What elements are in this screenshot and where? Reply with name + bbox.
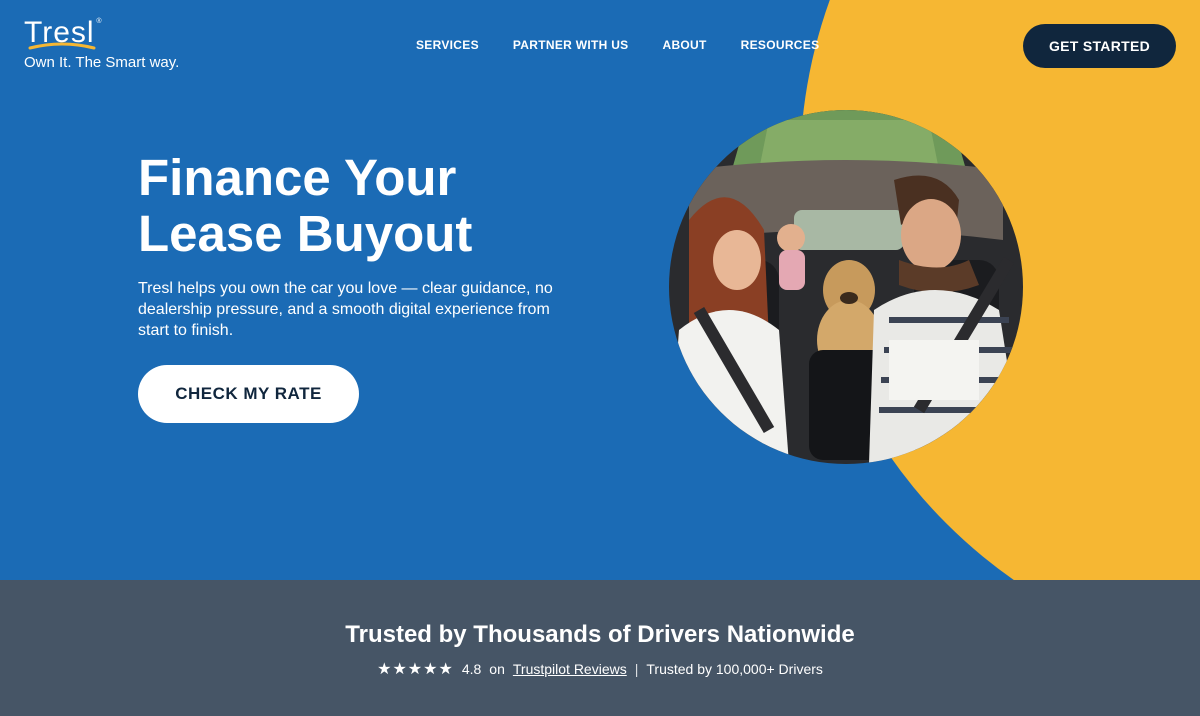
registered-mark: ® bbox=[96, 18, 103, 25]
check-my-rate-button[interactable]: CHECK MY RATE bbox=[138, 365, 359, 423]
rating-value: 4.8 bbox=[461, 661, 482, 677]
headline-line-1: Finance Your bbox=[138, 149, 457, 206]
brand-logo[interactable]: Tresl ® Own It. The Smart way. bbox=[24, 16, 179, 71]
nav-services[interactable]: SERVICES bbox=[416, 38, 479, 52]
rating-on-text: on bbox=[489, 661, 505, 677]
brand-tagline: Own It. The Smart way. bbox=[24, 54, 180, 71]
logo-wordmark: Tresl ® bbox=[24, 16, 102, 50]
trust-rating-line: ★★★★★ 4.8 on Trustpilot Reviews | Truste… bbox=[0, 659, 1200, 679]
nav-partner-with-us[interactable]: PARTNER WITH US bbox=[513, 38, 629, 52]
separator: | bbox=[634, 661, 639, 677]
headline-line-2: Lease Buyout bbox=[138, 205, 473, 262]
trust-section: Trusted by Thousands of Drivers Nationwi… bbox=[0, 580, 1200, 716]
star-rating-icon: ★★★★★ bbox=[377, 661, 454, 678]
nav-about[interactable]: ABOUT bbox=[662, 38, 706, 52]
hero-subtext: Tresl helps you own the car you love — c… bbox=[138, 280, 553, 339]
hero-section: Tresl ® Own It. The Smart way. SERVICES … bbox=[0, 0, 1200, 580]
car-interior-illustration bbox=[669, 110, 1023, 464]
nav-resources[interactable]: RESOURCES bbox=[741, 38, 820, 52]
get-started-button[interactable]: GET STARTED bbox=[1023, 24, 1176, 68]
family-in-car-photo bbox=[669, 110, 1023, 464]
hero-headline: Finance Your Lease Buyout bbox=[138, 150, 578, 262]
main-nav: SERVICES PARTNER WITH US ABOUT RESOURCES bbox=[416, 38, 819, 52]
logo-swoosh-icon bbox=[28, 42, 96, 50]
trust-title: Trusted by Thousands of Drivers Nationwi… bbox=[345, 621, 855, 648]
drivers-count-text: Trusted by 100,000+ Drivers bbox=[646, 661, 823, 677]
trustpilot-reviews-link[interactable]: Trustpilot Reviews bbox=[513, 661, 627, 677]
